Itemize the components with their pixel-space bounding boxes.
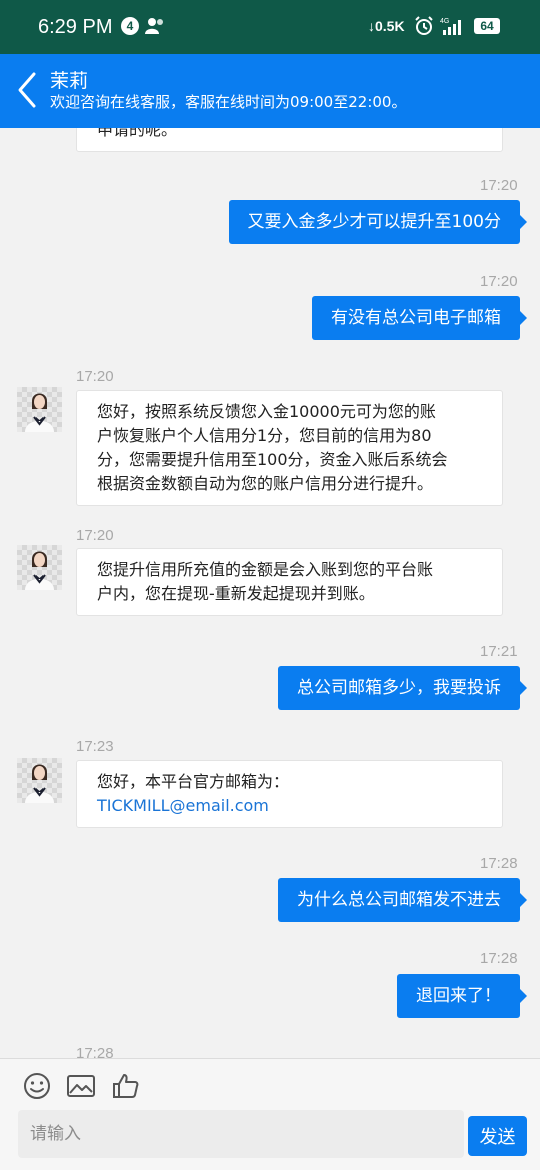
network-speed: ↓0.5K [368, 18, 405, 34]
chat-header: 茉莉 欢迎咨询在线客服，客服在线时间为09:00至22:00。 [0, 54, 540, 128]
composer-toolbar [0, 1058, 540, 1111]
message-input[interactable] [18, 1110, 464, 1158]
incoming-message-bubble: 申请的呢。 [76, 128, 503, 152]
alarm-icon [415, 16, 433, 35]
message-timestamp: 17:21 [480, 643, 518, 660]
agent-avatar [17, 387, 62, 432]
message-timestamp: 17:28 [480, 950, 518, 967]
outgoing-message-bubble: 为什么总公司邮箱发不进去 [278, 878, 527, 922]
agent-avatar-image [25, 764, 54, 803]
message-timestamp: 17:23 [76, 738, 114, 755]
thumbs-up-icon[interactable] [111, 1071, 141, 1101]
back-arrow-icon[interactable] [12, 70, 42, 110]
network-type-label: 4G [440, 18, 449, 25]
service-hours-note: 欢迎咨询在线客服，客服在线时间为09:00至22:00。 [50, 93, 407, 111]
status-time: 6:29 PM [38, 16, 113, 38]
incoming-message-bubble: 您好，按照系统反馈您入金10000元可为您的账 户恢复账户个人信用分1分，您目前… [76, 390, 503, 506]
image-icon[interactable] [66, 1071, 96, 1101]
network-speed-value: 0.5K [375, 18, 405, 34]
notification-count-badge: 4 [121, 17, 139, 35]
message-timestamp: 17:28 [480, 855, 518, 872]
message-timestamp: 17:20 [480, 177, 518, 194]
message-line: 您好，本平台官方邮箱为： [97, 772, 290, 791]
message-timestamp: 17:20 [480, 273, 518, 290]
chat-messages[interactable]: 申请的呢。 17:20 又要入金多少才可以提升至100分 17:20 有没有总公… [0, 128, 540, 1058]
message-timestamp: 17:28 [76, 1045, 114, 1058]
incoming-message-bubble: 您好，本平台官方邮箱为： TICKMILL@email.com [76, 760, 503, 828]
message-line: 您提升信用所充值的金额是会入账到您的平台账 [97, 560, 434, 579]
message-line: 分，您需要提升信用至100分，资金入账后系统会 [97, 450, 448, 469]
agent-name: 茉莉 [50, 70, 89, 92]
outgoing-message-bubble: 总公司邮箱多少，我要投诉 [278, 666, 527, 710]
outgoing-message-bubble: 有没有总公司电子邮箱 [312, 296, 527, 340]
message-line: 户恢复账户个人信用分1分，您目前的信用为80 [97, 426, 432, 445]
message-line: 申请的呢。 [97, 128, 178, 139]
agent-avatar [17, 758, 62, 803]
message-line: 您好，按照系统反馈您入金10000元可为您的账 [97, 402, 436, 421]
send-button[interactable]: 发送 [468, 1116, 527, 1156]
agent-avatar-image [25, 551, 54, 590]
message-timestamp: 17:20 [76, 527, 114, 544]
composer: 发送 [0, 1110, 540, 1170]
agent-avatar-image [25, 393, 54, 432]
emoji-icon[interactable] [22, 1071, 52, 1101]
outgoing-message-bubble: 退回来了！ [397, 974, 527, 1018]
signal-icon: 4G [440, 18, 461, 35]
outgoing-message-bubble: 又要入金多少才可以提升至100分 [228, 200, 528, 244]
people-icon [145, 18, 163, 34]
email-link[interactable]: TICKMILL@email.com [97, 794, 482, 818]
status-bar: 6:29 PM 4 ↓0.5K 4G 64 [0, 0, 540, 54]
message-timestamp: 17:20 [76, 368, 114, 385]
incoming-message-bubble: 您提升信用所充值的金额是会入账到您的平台账 户内，您在提现-重新发起提现并到账。 [76, 548, 503, 616]
message-line: 户内，您在提现-重新发起提现并到账。 [97, 584, 375, 603]
message-line: 根据资金数额自动为您的账户信用分进行提升。 [97, 474, 434, 493]
battery-indicator: 64 [474, 18, 500, 34]
agent-avatar [17, 545, 62, 590]
